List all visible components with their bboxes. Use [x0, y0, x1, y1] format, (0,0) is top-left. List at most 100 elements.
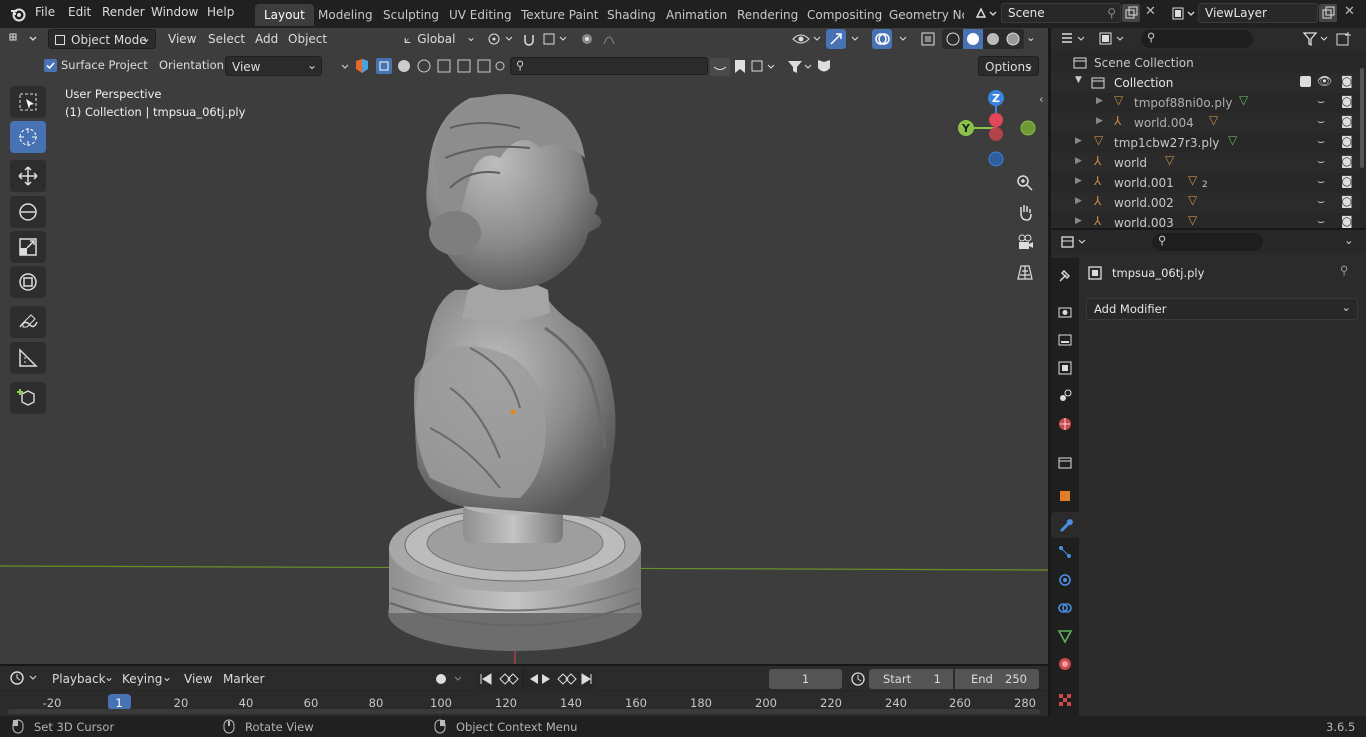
- pin-icon[interactable]: ⚲: [1107, 6, 1116, 20]
- pin-icon[interactable]: ⚲: [1340, 263, 1348, 277]
- object-tab-icon[interactable]: [1055, 486, 1075, 506]
- display-mode-icon[interactable]: [1097, 30, 1129, 48]
- end-frame-field[interactable]: End 250: [955, 669, 1039, 689]
- eye-closed-icon[interactable]: ⌣: [1317, 94, 1325, 109]
- add-modifier-dropdown[interactable]: Add Modifier ⌄: [1086, 298, 1358, 320]
- outliner-editor-type-icon[interactable]: [1059, 30, 1089, 48]
- proportional-editing-icon[interactable]: [578, 30, 630, 48]
- particles-tab-icon[interactable]: [1055, 542, 1075, 562]
- rotate-tool[interactable]: [10, 196, 46, 228]
- render-tab-icon[interactable]: [1055, 302, 1075, 322]
- measure-tool[interactable]: [10, 342, 46, 374]
- output-tab-icon[interactable]: [1055, 330, 1075, 350]
- tab-layout[interactable]: Layout: [255, 4, 314, 26]
- outliner-row-world003[interactable]: ▶ ⅄ world.003 ▽ ⌣ ◙: [1051, 213, 1361, 228]
- transform-tool[interactable]: [10, 266, 46, 298]
- camera-icon[interactable]: ◙: [1341, 134, 1353, 148]
- expand-arrow-icon[interactable]: ▶: [1075, 216, 1082, 226]
- move-tool[interactable]: [10, 160, 46, 192]
- data-tab-icon[interactable]: [1055, 626, 1075, 646]
- camera-icon[interactable]: ◙: [1341, 94, 1353, 108]
- tab-rendering[interactable]: Rendering: [728, 4, 807, 26]
- viewport-search-input[interactable]: ⚲: [510, 57, 708, 75]
- outliner-row-scene-collection[interactable]: Scene Collection: [1051, 53, 1361, 73]
- outliner-row-world[interactable]: ▶ ⅄ world ▽ ⌣ ◙: [1051, 153, 1361, 173]
- new-scene-icon[interactable]: [1122, 4, 1140, 22]
- timeline-menu-view[interactable]: View: [178, 669, 218, 689]
- snap-options-icons[interactable]: [710, 57, 835, 77]
- filter-icon[interactable]: [1301, 30, 1331, 48]
- material-tab-icon[interactable]: [1055, 654, 1075, 674]
- expand-arrow-icon[interactable]: ▶: [1075, 196, 1082, 206]
- visibility-icon[interactable]: [790, 30, 824, 48]
- scene-name-field[interactable]: Scene ⚲: [1001, 3, 1121, 23]
- playback-controls[interactable]: [476, 669, 597, 689]
- perspective-toggle-icon[interactable]: [1012, 259, 1038, 285]
- camera-icon[interactable]: ◙: [1341, 154, 1353, 168]
- tab-animation[interactable]: Animation: [657, 4, 736, 26]
- select-box-tool[interactable]: [10, 86, 46, 118]
- outliner-row-collection[interactable]: ▼ Collection 👁 ◙: [1051, 73, 1361, 93]
- outliner-row-mesh-2[interactable]: ▶ ▽ tmp1cbw27r3.ply ▽ ⌣ ◙: [1051, 133, 1361, 153]
- eye-icon[interactable]: 👁: [1317, 74, 1332, 88]
- eye-closed-icon[interactable]: ⌣: [1317, 214, 1325, 228]
- mode-dropdown[interactable]: Object Mode ⌄: [48, 29, 156, 49]
- tab-geometry-nodes[interactable]: Geometry Noc: [880, 4, 964, 26]
- tab-shading[interactable]: Shading: [598, 4, 665, 26]
- expand-arrow-icon[interactable]: ▶: [1075, 136, 1082, 146]
- timeline-editor-type-icon[interactable]: [8, 669, 42, 687]
- menu-window[interactable]: Window: [151, 5, 198, 19]
- pivot-point-icon[interactable]: [485, 30, 517, 48]
- viewport-menu-add[interactable]: Add: [249, 29, 284, 49]
- new-collection-icon[interactable]: [1335, 30, 1355, 48]
- outliner-search-input[interactable]: ⚲: [1141, 30, 1253, 48]
- expand-arrow-icon[interactable]: ▶: [1096, 96, 1103, 106]
- tool-tab-icon[interactable]: [1055, 266, 1075, 286]
- auto-keying-toggle[interactable]: [429, 669, 469, 689]
- current-frame-field[interactable]: 1: [769, 669, 842, 689]
- viewport-menu-object[interactable]: Object: [282, 29, 333, 49]
- menu-file[interactable]: File: [35, 5, 55, 19]
- blender-logo-icon[interactable]: [9, 5, 27, 23]
- properties-editor-type-icon[interactable]: [1059, 233, 1091, 251]
- properties-search-input[interactable]: ⚲: [1152, 233, 1263, 251]
- menu-help[interactable]: Help: [207, 5, 234, 19]
- exclude-checkbox[interactable]: [1300, 76, 1311, 87]
- options-dropdown[interactable]: Options ⌄: [978, 56, 1039, 76]
- transform-orientation-dropdown[interactable]: ⟀ Global ⌄: [398, 29, 480, 49]
- scale-tool[interactable]: [10, 231, 46, 263]
- gizmo-toggle-icon[interactable]: [826, 29, 864, 49]
- editor-type-icon[interactable]: [4, 29, 44, 49]
- surface-project-label[interactable]: Surface Project: [61, 58, 148, 72]
- xray-icon[interactable]: [918, 30, 938, 48]
- tab-texture-paint[interactable]: Texture Paint: [512, 4, 607, 26]
- shading-options-chevron-icon[interactable]: ⌄: [1026, 30, 1036, 44]
- snapping-elements-icons[interactable]: [338, 57, 518, 77]
- camera-icon[interactable]: ◙: [1341, 174, 1353, 188]
- tab-modeling[interactable]: Modeling: [309, 4, 382, 26]
- viewport-menu-view[interactable]: View: [162, 29, 202, 49]
- 3d-viewport[interactable]: [0, 28, 1048, 664]
- scene-tab-icon[interactable]: [1055, 386, 1075, 406]
- chevron-down-icon[interactable]: ⌄: [1344, 233, 1354, 247]
- menu-edit[interactable]: Edit: [68, 5, 91, 19]
- overlays-icon[interactable]: [872, 29, 912, 49]
- outliner-row-empty-world004[interactable]: ▶ ⅄ world.004 ▽ ⌣ ◙: [1051, 113, 1361, 133]
- orientation-dropdown[interactable]: View ⌄: [225, 56, 322, 76]
- expand-arrow-icon[interactable]: ▼: [1075, 75, 1082, 85]
- new-view-layer-icon[interactable]: [1319, 4, 1337, 22]
- outliner-row-world002[interactable]: ▶ ⅄ world.002 ▽ ⌣ ◙: [1051, 193, 1361, 213]
- menu-render[interactable]: Render: [102, 5, 145, 19]
- timeline-menu-marker[interactable]: Marker: [217, 669, 270, 689]
- annotate-tool[interactable]: [10, 306, 46, 338]
- view-layer-field[interactable]: ViewLayer: [1198, 3, 1318, 23]
- eye-closed-icon[interactable]: ⌣: [1317, 154, 1325, 169]
- timeline-scrollbar[interactable]: [8, 709, 1040, 714]
- tab-compositing[interactable]: Compositing: [798, 4, 891, 26]
- camera-icon[interactable]: ◙: [1341, 114, 1353, 128]
- tab-sculpting[interactable]: Sculpting: [374, 4, 448, 26]
- expand-arrow-icon[interactable]: ▶: [1096, 116, 1103, 126]
- camera-view-icon[interactable]: [1012, 229, 1038, 255]
- modifier-tab-icon[interactable]: [1055, 515, 1075, 535]
- outliner-scrollbar[interactable]: [1360, 68, 1364, 168]
